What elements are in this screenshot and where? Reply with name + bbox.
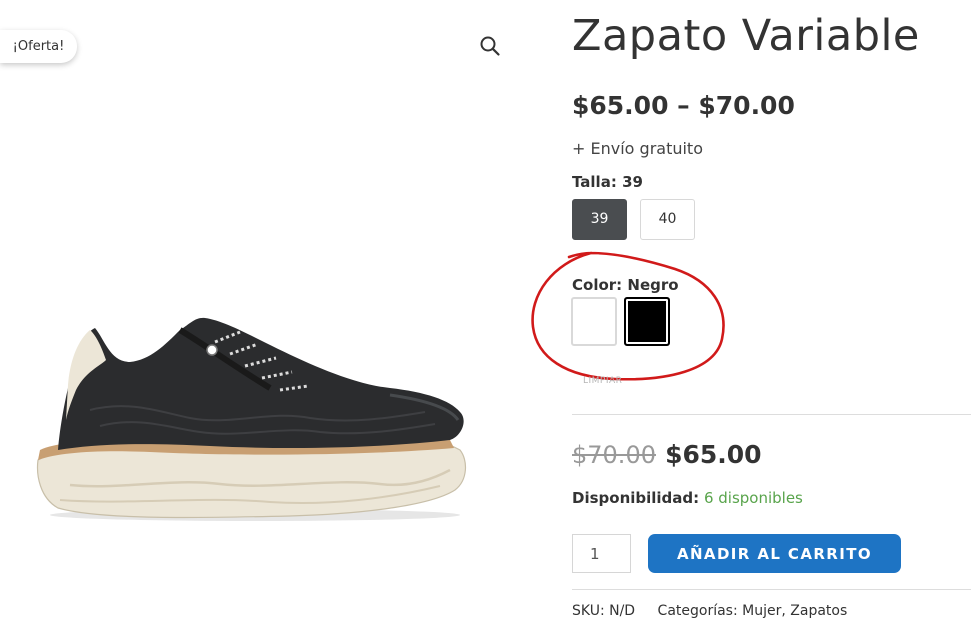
sale-price: $65.00 [665,440,762,469]
color-swatch-black[interactable] [624,297,670,346]
shipping-info: + Envío gratuito [572,139,703,158]
sale-badge: ¡Oferta! [0,30,77,63]
color-selected-value: Negro [627,276,679,294]
product-meta: SKU: N/D Categorías: Mujer, Zapatos [572,601,847,621]
product-summary: Zapato Variable $65.00 – $70.00 + Envío … [571,0,971,638]
add-to-cart-button[interactable]: AÑADIR AL CARRITO [648,534,901,573]
price-range: $65.00 – $70.00 [572,91,795,120]
categories: Categorías: Mujer, Zapatos [657,603,848,619]
divider [572,589,971,590]
product-title: Zapato Variable [572,11,920,61]
size-label: Talla: 39 [572,172,643,192]
color-swatch-white[interactable] [571,297,617,346]
size-label-text: Talla: [572,173,617,191]
size-selected-value: 39 [622,173,643,191]
availability-label: Disponibilidad: [572,489,700,507]
size-option-39[interactable]: 39 [572,199,627,240]
category-link-mujer[interactable]: Mujer [742,603,781,619]
quantity-input[interactable] [572,534,631,573]
sku-label: SKU: [572,603,605,619]
sneaker-image[interactable] [30,300,475,530]
sku-value: N/D [609,603,636,619]
color-label: Color: Negro [572,275,679,295]
color-label-text: Color: [572,276,623,294]
category-link-zapatos[interactable]: Zapatos [790,603,847,619]
availability: Disponibilidad: 6 disponibles [572,488,803,508]
regular-price: $70.00 [572,441,656,469]
sku: SKU: N/D [572,603,640,619]
clear-selection-link[interactable]: LIMPIAR [583,376,622,386]
zoom-button[interactable] [478,34,502,58]
categories-label: Categorías: [657,603,738,619]
divider [572,414,971,415]
size-option-40[interactable]: 40 [640,199,695,240]
variation-price: $70.00 $65.00 [572,437,762,476]
search-icon [480,36,500,56]
product-gallery: ¡Oferta! [0,0,520,638]
stock-count: 6 disponibles [703,489,803,507]
